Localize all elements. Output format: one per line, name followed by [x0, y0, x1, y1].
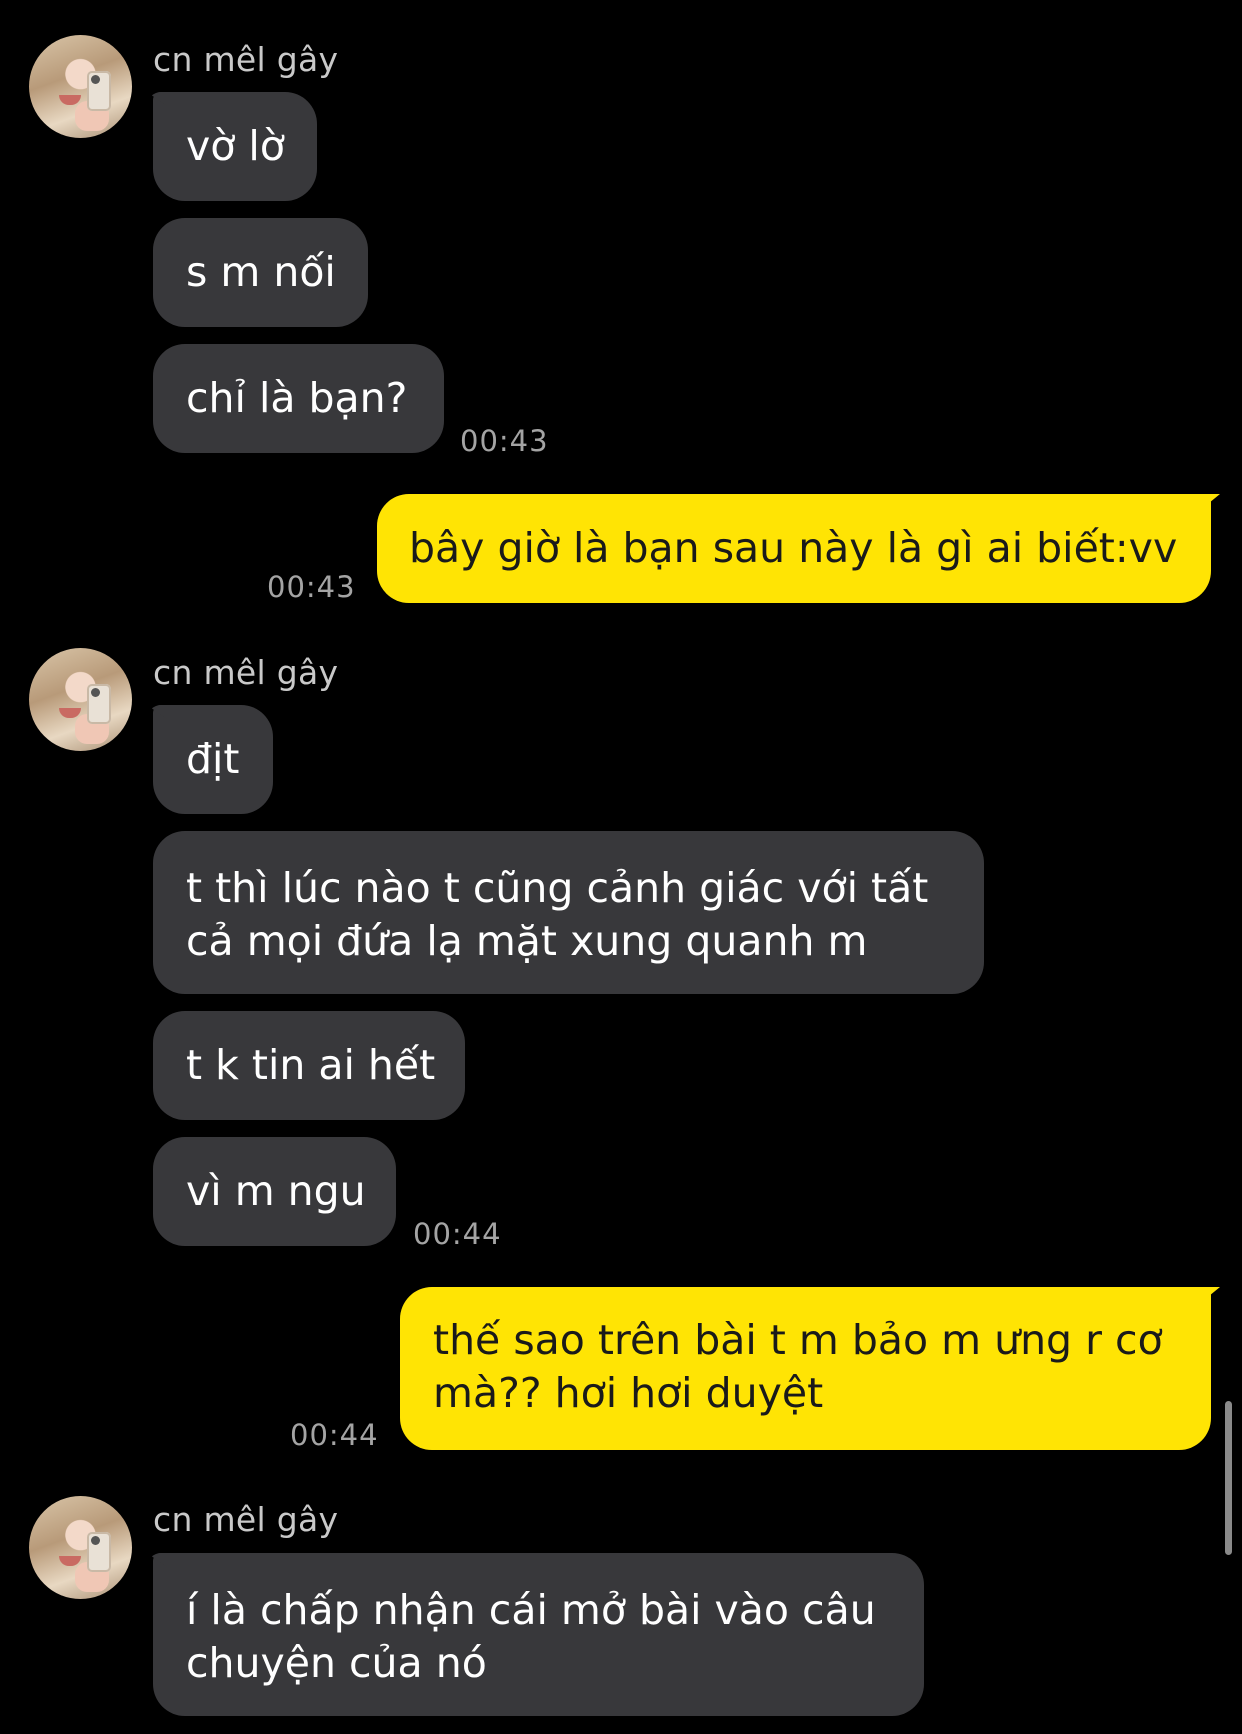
- incoming-message[interactable]: chỉ là bạn?: [153, 344, 444, 453]
- incoming-message[interactable]: t thì lúc nào t cũng cảnh giác với tất c…: [153, 831, 984, 994]
- message-text: vờ lờ: [186, 122, 285, 170]
- sender-name: cn mêl gây: [153, 1500, 339, 1539]
- message-text: s m nối: [186, 248, 336, 296]
- message-text: chỉ là bạn?: [186, 374, 408, 422]
- incoming-message[interactable]: vờ lờ: [153, 92, 317, 201]
- message-text: bây giờ là bạn sau này là gì ai biết:vv: [409, 524, 1178, 572]
- message-timestamp: 00:44: [413, 1217, 502, 1251]
- message-line: cả mọi đứa lạ mặt xung quanh m: [186, 917, 868, 965]
- message-timestamp: 00:43: [267, 570, 356, 604]
- message-timestamp: 00:44: [290, 1418, 379, 1452]
- message-line: chuyện của nó: [186, 1639, 487, 1687]
- outgoing-message[interactable]: bây giờ là bạn sau này là gì ai biết:vv: [377, 494, 1211, 603]
- avatar-phone: [87, 71, 111, 111]
- avatar-phone: [87, 1532, 111, 1572]
- avatar-phone: [87, 684, 111, 724]
- incoming-message[interactable]: vì m ngu: [153, 1137, 396, 1246]
- contact-avatar[interactable]: [29, 1496, 132, 1599]
- message-text: địt: [186, 735, 240, 783]
- scrollbar[interactable]: [1225, 1401, 1232, 1555]
- incoming-message[interactable]: s m nối: [153, 218, 368, 327]
- message-text: t k tin ai hết: [186, 1041, 436, 1089]
- sender-name: cn mêl gây: [153, 40, 339, 79]
- message-timestamp: 00:43: [460, 424, 549, 458]
- message-line: thế sao trên bài t m bảo m ưng r cơ: [433, 1316, 1163, 1364]
- outgoing-message[interactable]: thế sao trên bài t m bảo m ưng r cơ mà??…: [400, 1287, 1211, 1450]
- contact-avatar[interactable]: [29, 648, 132, 751]
- contact-avatar[interactable]: [29, 35, 132, 138]
- incoming-message[interactable]: t k tin ai hết: [153, 1011, 465, 1120]
- sender-name: cn mêl gây: [153, 653, 339, 692]
- message-text: vì m ngu: [186, 1167, 366, 1215]
- message-line: t thì lúc nào t cũng cảnh giác với tất: [186, 864, 929, 912]
- message-line: í là chấp nhận cái mở bài vào câu: [186, 1586, 876, 1634]
- incoming-message[interactable]: í là chấp nhận cái mở bài vào câu chuyện…: [153, 1553, 924, 1716]
- incoming-message[interactable]: địt: [153, 705, 273, 814]
- message-line: mà?? hơi hơi duyệt: [433, 1369, 824, 1417]
